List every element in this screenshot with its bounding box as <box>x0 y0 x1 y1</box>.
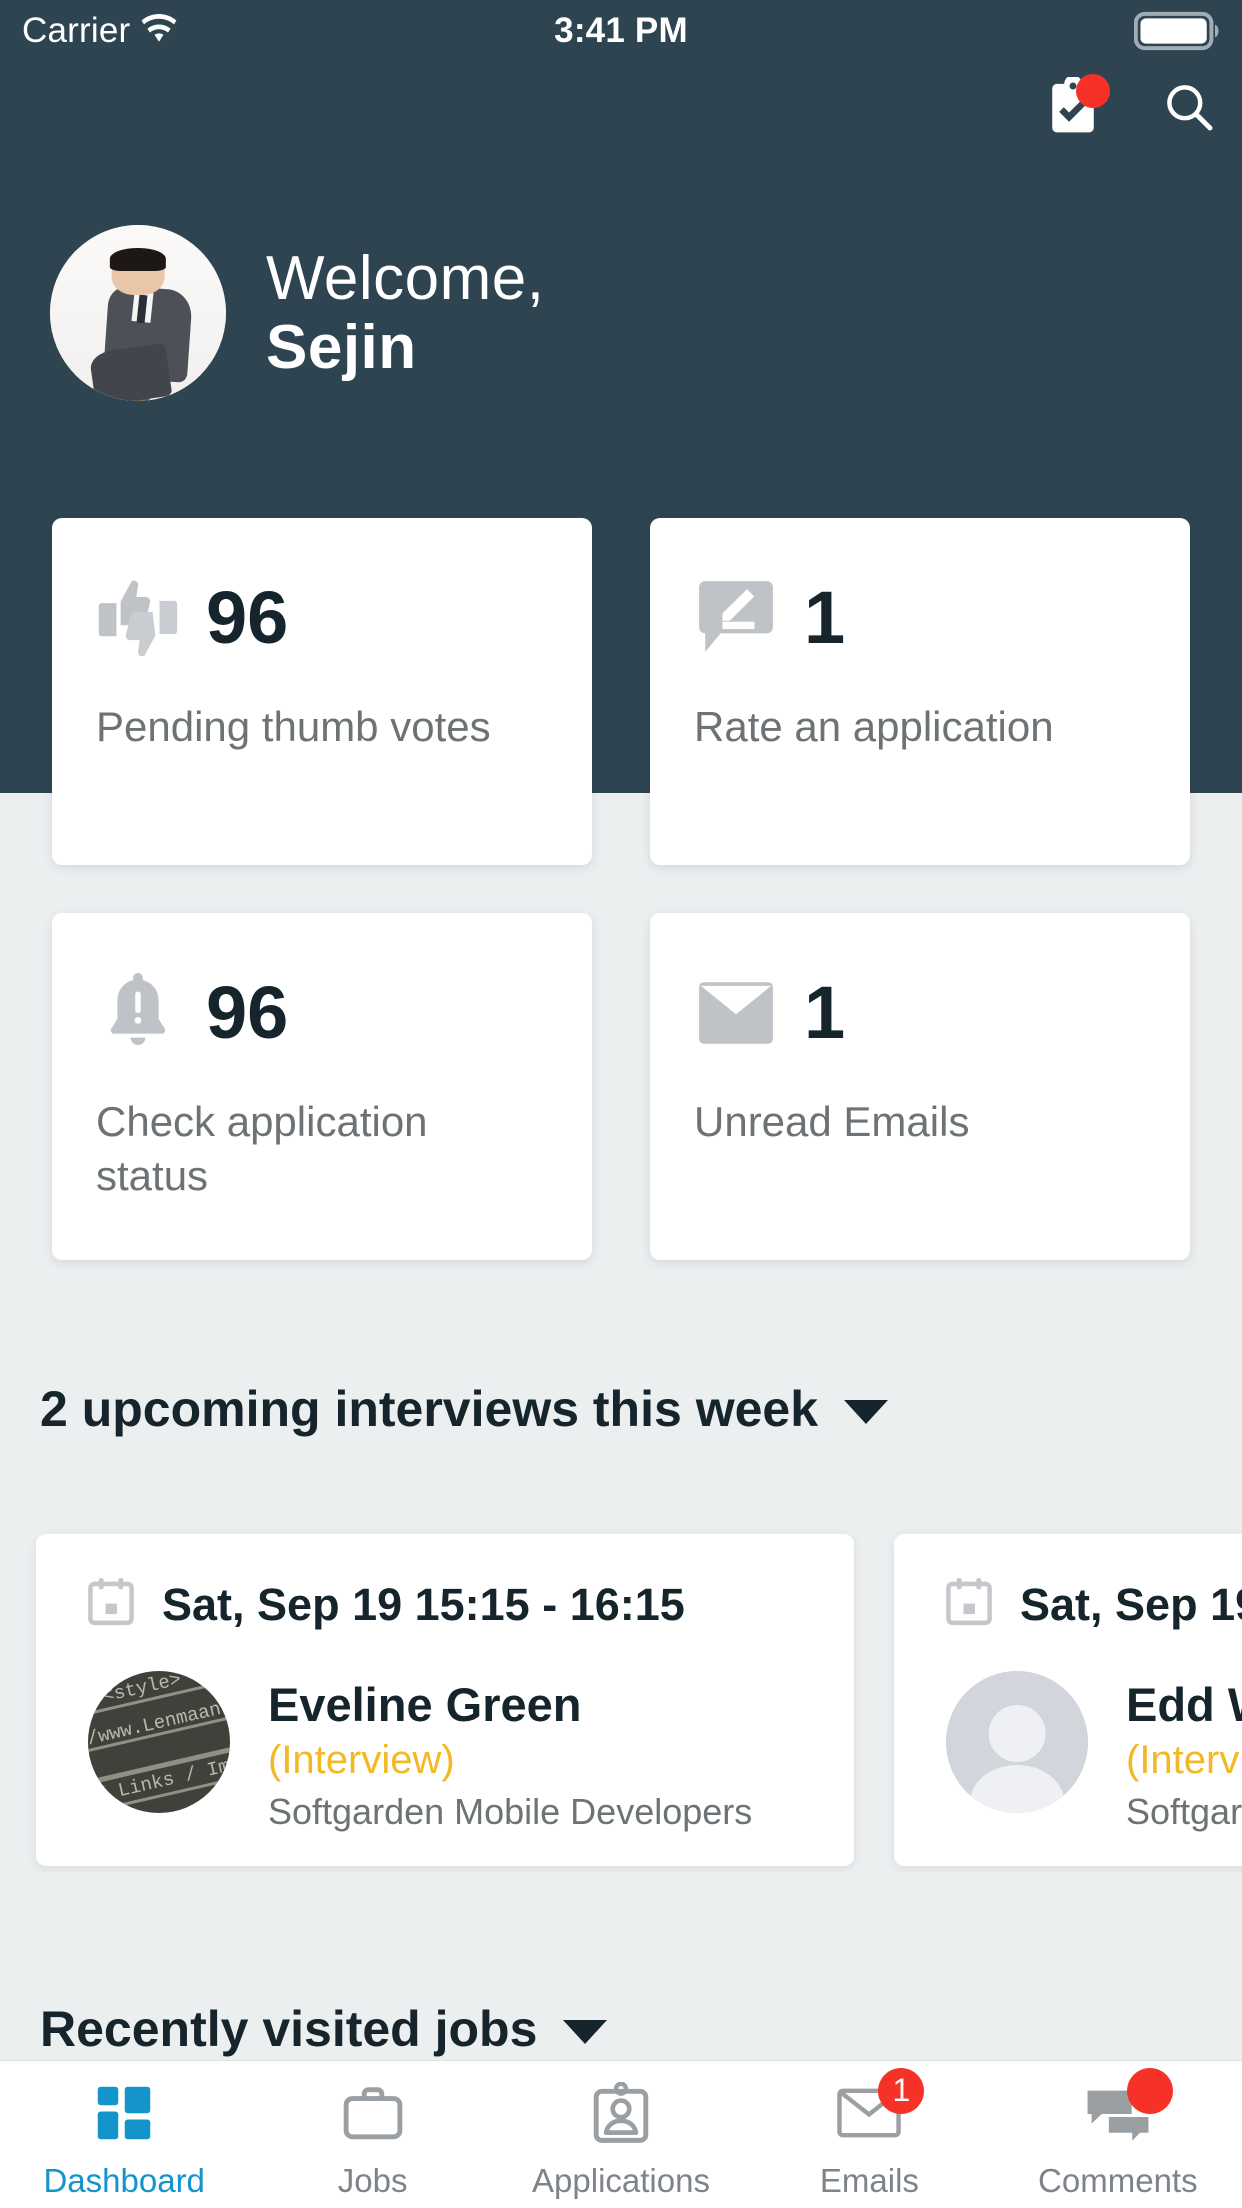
interview-date-row: Sat, Sep 19 15:15 - 16:15 <box>88 1578 854 1631</box>
tab-emails[interactable]: 1 Emails <box>745 2061 993 2208</box>
interviews-section-title: 2 upcoming interviews this week <box>40 1381 819 1437</box>
tab-label: Comments <box>1038 2161 1198 2199</box>
stat-card-top: 1 <box>694 965 1146 1061</box>
chevron-down-icon[interactable] <box>563 2020 608 2044</box>
tasks-button[interactable] <box>1042 74 1110 140</box>
interview-company: Softgarden Mobile Developers <box>1126 1791 1242 1832</box>
thumbs-up-down-icon <box>96 576 180 660</box>
interview-date-row: Sat, Sep 19 15:15 - 16:15 <box>946 1578 1242 1631</box>
bell-alert-icon <box>96 971 180 1055</box>
avatar-photo <box>50 225 226 401</box>
interview-datetime: Sat, Sep 19 15:15 - 16:15 <box>162 1578 685 1630</box>
stat-value: 96 <box>206 971 289 1054</box>
recent-jobs-section-header[interactable]: Recently visited jobs <box>40 2000 608 2058</box>
stat-value: 96 <box>206 576 289 659</box>
battery-full-icon <box>1134 11 1224 51</box>
welcome-block: Welcome, Sejin <box>50 225 545 401</box>
stat-card-top: 96 <box>96 965 548 1061</box>
tab-comments[interactable]: Comments <box>994 2061 1242 2208</box>
stat-card-pending-thumb-votes[interactable]: 96 Pending thumb votes <box>52 518 592 865</box>
calendar-icon <box>88 1578 134 1631</box>
stat-label: Check application status <box>96 1098 428 1199</box>
candidate-avatar: <style> /www.Lenmaan.com / Links / Image… <box>88 1671 230 1813</box>
tab-applications[interactable]: Applications <box>497 2061 745 2208</box>
tab-label: Jobs <box>337 2161 408 2199</box>
candidate-avatar-photo: <style> /www.Lenmaan.com / Links / Image… <box>88 1671 230 1813</box>
status-bar: Carrier 3:41 PM <box>0 0 1242 62</box>
interview-type: (Interview) <box>268 1738 455 1782</box>
tasks-badge <box>1076 74 1110 108</box>
dashboard-grid-icon <box>87 2078 161 2148</box>
rate-comment-icon <box>694 576 778 660</box>
tab-label: Dashboard <box>43 2161 205 2199</box>
stat-label: Rate an application <box>694 703 1054 750</box>
interview-datetime: Sat, Sep 19 15:15 - 16:15 <box>1020 1578 1242 1630</box>
status-bar-time: 3:41 PM <box>554 11 688 50</box>
interview-card[interactable]: Sat, Sep 19 15:15 - 16:15 Edd Walker (In… <box>894 1534 1242 1866</box>
interview-company: Softgarden Mobile Developers <box>268 1791 753 1832</box>
candidate-name: Edd Walker <box>1126 1678 1242 1731</box>
calendar-icon <box>946 1578 992 1631</box>
search-icon <box>1161 79 1217 140</box>
tab-label: Applications <box>532 2161 710 2199</box>
briefcase-icon <box>336 2078 410 2148</box>
candidate-avatar-placeholder <box>946 1671 1088 1813</box>
comments-icon <box>1081 2067 1173 2148</box>
interviews-carousel[interactable]: Sat, Sep 19 15:15 - 16:15 <style> /www.L… <box>0 1528 1242 1872</box>
stat-label: Unread Emails <box>694 1098 970 1145</box>
interview-card[interactable]: Sat, Sep 19 15:15 - 16:15 <style> /www.L… <box>36 1534 854 1866</box>
interview-info: Edd Walker (Interview) Softgarden Mobile… <box>1126 1671 1242 1833</box>
stats-grid: 96 Pending thumb votes 1 Rate an applica… <box>52 518 1190 1260</box>
welcome-text: Welcome, Sejin <box>266 244 545 383</box>
stat-card-top: 1 <box>694 570 1146 666</box>
stat-card-check-application-status[interactable]: 96 Check application status <box>52 913 592 1260</box>
stat-card-top: 96 <box>96 570 548 666</box>
app-root: Carrier 3:41 PM Welcome, Sejin 96 Pendin… <box>0 0 1242 2208</box>
envelope-icon: 1 <box>832 2067 925 2148</box>
chevron-down-icon[interactable] <box>844 1400 889 1424</box>
tab-label: Emails <box>819 2161 919 2199</box>
interview-type: (Interview) <box>1126 1738 1242 1782</box>
avatar[interactable] <box>50 225 226 401</box>
interview-body: Edd Walker (Interview) Softgarden Mobile… <box>946 1671 1242 1833</box>
interviews-section-header[interactable]: 2 upcoming interviews this week <box>40 1380 889 1438</box>
candidate-name: Eveline Green <box>268 1678 582 1731</box>
greeting-label: Welcome, <box>266 243 545 313</box>
emails-badge: 1 <box>878 2067 925 2114</box>
stat-card-rate-an-application[interactable]: 1 Rate an application <box>650 518 1190 865</box>
stat-label: Pending thumb votes <box>96 703 491 750</box>
envelope-icon <box>694 971 778 1055</box>
tab-dashboard[interactable]: Dashboard <box>0 2061 248 2208</box>
header-actions <box>1042 74 1220 140</box>
user-name-label: Sejin <box>266 313 417 382</box>
interview-body: <style> /www.Lenmaan.com / Links / Image… <box>88 1671 854 1833</box>
tab-bar: Dashboard Jobs Applications 1 Emails Com… <box>0 2060 1242 2208</box>
recent-jobs-section-title: Recently visited jobs <box>40 2001 538 2057</box>
interview-info: Eveline Green (Interview) Softgarden Mob… <box>268 1671 752 1833</box>
stat-card-unread-emails[interactable]: 1 Unread Emails <box>650 913 1190 1260</box>
id-card-person-icon <box>584 2078 658 2148</box>
search-button[interactable] <box>1158 78 1220 140</box>
comments-badge <box>1126 2067 1173 2114</box>
tab-jobs[interactable]: Jobs <box>248 2061 496 2208</box>
stat-value: 1 <box>804 576 846 659</box>
stat-value: 1 <box>804 971 846 1054</box>
candidate-avatar <box>946 1671 1088 1813</box>
